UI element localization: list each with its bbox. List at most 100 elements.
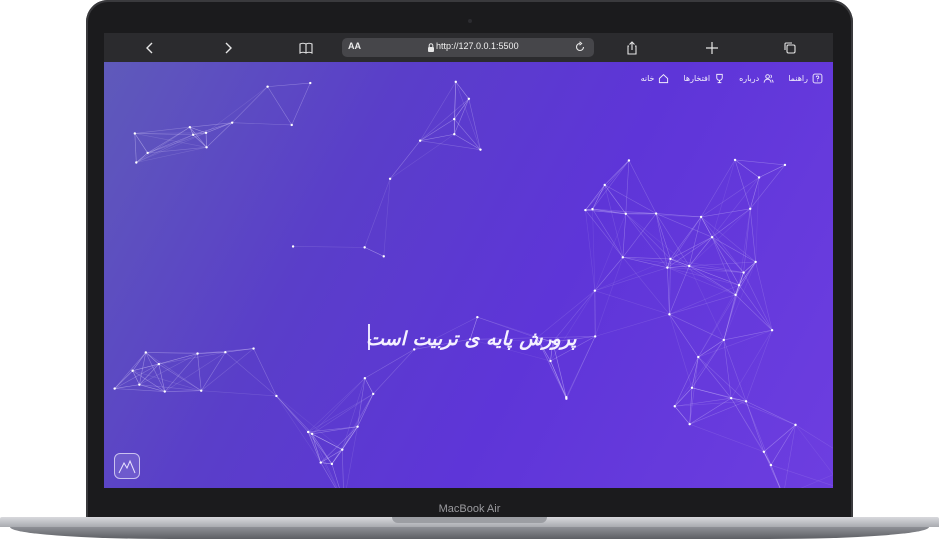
reload-icon[interactable]: [574, 41, 586, 53]
nav-item-home[interactable]: خانه: [641, 73, 670, 84]
network-node: [699, 215, 703, 219]
tabs-icon[interactable]: [780, 38, 800, 57]
network-link: [604, 184, 627, 214]
network-link: [307, 393, 374, 433]
network-link: [723, 329, 773, 341]
network-node: [737, 283, 741, 287]
network-link: [136, 132, 207, 163]
network-link: [625, 160, 630, 214]
network-link: [669, 314, 724, 341]
nav-label-home: خانه: [640, 74, 655, 83]
network-node: [418, 139, 422, 142]
network-link: [763, 424, 796, 452]
network-link: [594, 257, 624, 337]
network-node: [584, 208, 587, 212]
home-icon: [659, 74, 669, 84]
web-page: خانه افتخارها درباره راهنما پرورش پایه ی…: [104, 62, 833, 488]
nav-item-help[interactable]: راهنما: [788, 73, 823, 84]
network-node: [690, 386, 694, 389]
network-link: [311, 433, 322, 463]
network-link: [795, 424, 833, 449]
network-link: [454, 118, 481, 150]
network-link: [763, 451, 772, 466]
network-node: [138, 383, 141, 386]
network-node: [266, 85, 269, 88]
network-node: [742, 271, 745, 274]
network-link: [231, 86, 268, 123]
forward-icon[interactable]: [218, 38, 238, 57]
network-node: [363, 376, 367, 380]
network-node: [757, 176, 761, 179]
network-link: [307, 431, 343, 450]
network-link: [670, 258, 736, 296]
network-link: [307, 431, 322, 463]
network-node: [697, 355, 700, 359]
network-link: [364, 247, 384, 257]
nav-label-about: درباره: [739, 74, 760, 83]
network-link: [201, 390, 277, 397]
corner-widget-button[interactable]: [114, 453, 140, 479]
nav-item-about[interactable]: درباره: [739, 73, 774, 84]
network-link: [670, 236, 713, 260]
network-link: [698, 356, 747, 402]
network-node: [204, 131, 208, 135]
network-link: [749, 164, 786, 209]
network-node: [749, 207, 752, 211]
network-link: [700, 159, 736, 218]
network-link: [205, 132, 207, 148]
network-link: [594, 290, 670, 315]
network-node: [113, 387, 116, 390]
network-link: [585, 184, 605, 211]
network-link: [276, 395, 322, 463]
network-link: [419, 98, 470, 141]
network-link: [711, 236, 756, 263]
network-link: [311, 393, 374, 435]
network-link: [743, 261, 756, 273]
network-link: [158, 364, 166, 392]
network-node: [388, 177, 392, 180]
network-node: [754, 260, 757, 264]
network-link: [164, 390, 202, 392]
network-node: [593, 335, 597, 338]
network-link: [674, 397, 732, 407]
network-link: [389, 140, 421, 179]
device-label: MacBook Air: [438, 503, 501, 515]
back-icon[interactable]: [140, 38, 160, 57]
text-size-button[interactable]: AA: [348, 41, 361, 51]
network-link: [342, 393, 374, 450]
network-link: [698, 339, 724, 358]
network-node: [733, 158, 737, 162]
laptop-notch: [392, 517, 547, 523]
network-node: [319, 461, 322, 464]
top-nav: خانه افتخارها درباره راهنما: [641, 73, 823, 84]
network-link: [604, 160, 630, 186]
network-node: [722, 338, 726, 342]
network-node: [252, 347, 255, 350]
network-link: [674, 339, 725, 407]
network-link: [656, 213, 713, 238]
network-link: [689, 423, 764, 453]
network-link: [158, 363, 202, 391]
network-node: [783, 163, 787, 167]
network-link: [276, 395, 309, 433]
network-link: [689, 208, 751, 267]
network-link: [655, 213, 668, 268]
network-link: [364, 377, 374, 395]
network-link: [734, 159, 751, 209]
nav-item-honors[interactable]: افتخارها: [683, 73, 725, 84]
network-node: [734, 293, 737, 297]
network-link: [755, 261, 773, 331]
network-link: [622, 257, 670, 315]
network-link: [711, 237, 736, 295]
network-node: [363, 246, 366, 249]
new-tab-icon[interactable]: [702, 38, 722, 57]
network-node: [230, 121, 234, 124]
network-node: [157, 362, 161, 366]
address-bar[interactable]: AA http://127.0.0.1:5500: [342, 38, 594, 57]
share-icon[interactable]: [622, 38, 642, 57]
network-link: [723, 339, 732, 399]
network-node: [624, 212, 627, 215]
bookmarks-icon[interactable]: [296, 38, 316, 57]
network-link: [139, 353, 198, 385]
network-link: [341, 449, 344, 488]
